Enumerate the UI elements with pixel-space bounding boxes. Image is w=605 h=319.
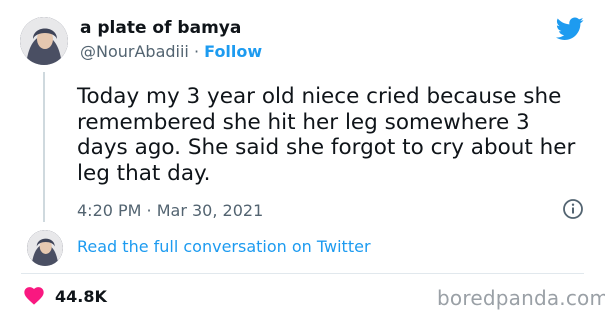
author-handle[interactable]: @NourAbadiii (80, 42, 189, 61)
thread-connector-line (43, 72, 45, 222)
author-avatar[interactable] (20, 17, 68, 65)
info-icon[interactable] (562, 198, 584, 220)
handle-separator: · (193, 42, 200, 61)
heart-icon[interactable] (24, 287, 44, 305)
tweet-timestamp[interactable]: 4:20 PM · Mar 30, 2021 (77, 201, 263, 220)
tweet-text: Today my 3 year old niece cried because … (77, 84, 576, 186)
thread-avatar[interactable] (27, 230, 63, 266)
author-handle-row: @NourAbadiii · Follow (80, 42, 262, 61)
divider (21, 273, 584, 274)
boredpanda-watermark: boredpanda.com (437, 286, 605, 310)
twitter-bird-icon[interactable] (556, 17, 584, 41)
author-display-name[interactable]: a plate of bamya (80, 18, 241, 38)
follow-button[interactable]: Follow (204, 42, 262, 61)
like-count: 44.8K (55, 287, 107, 306)
read-full-conversation-link[interactable]: Read the full conversation on Twitter (77, 237, 371, 256)
